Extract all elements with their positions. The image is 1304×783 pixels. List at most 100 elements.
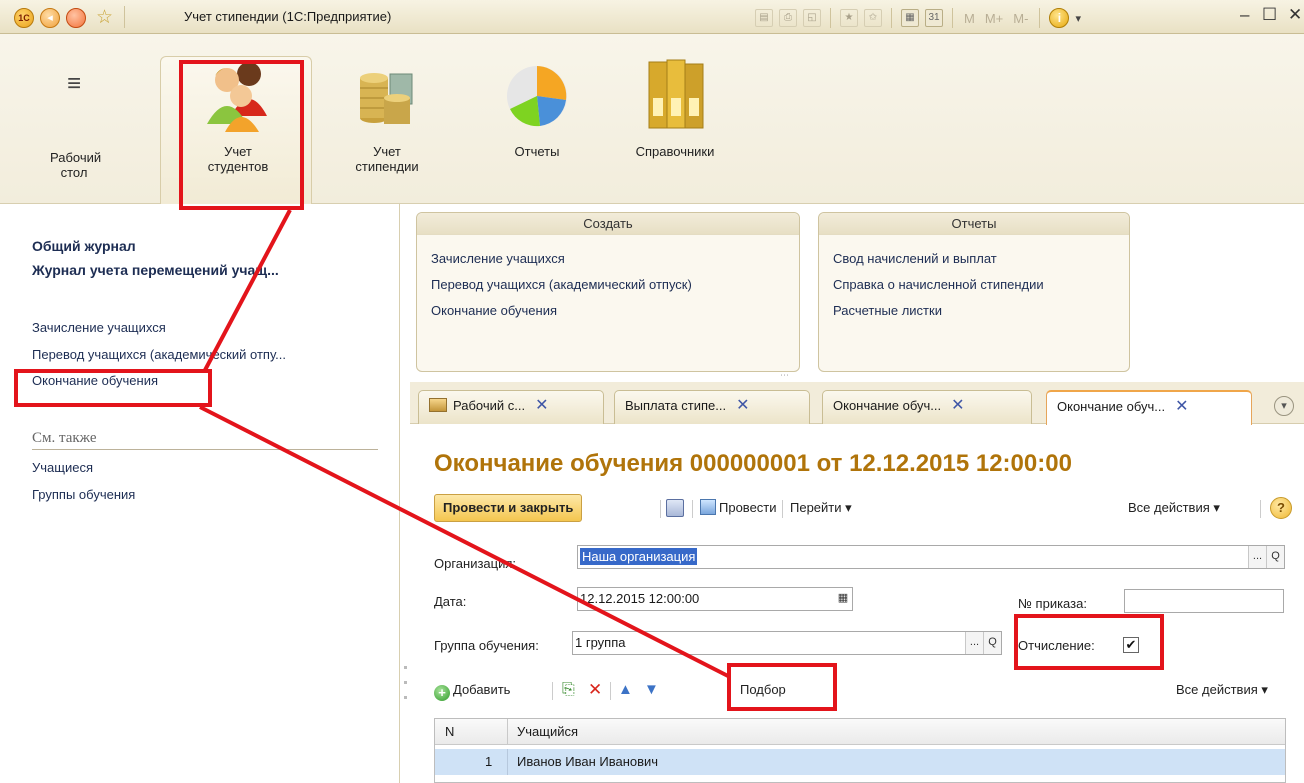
select-button[interactable]: ... [1248,546,1266,568]
chevron-down-icon[interactable]: ▾ [1075,12,1081,25]
nav-general-journal[interactable]: Общий журнал [32,238,136,254]
section-desktop[interactable]: ≡ Рабочий стол [50,54,102,180]
forward-button[interactable] [66,8,86,28]
tab-graduation-2[interactable]: Окончание обуч... ✕ [1046,390,1252,425]
post-and-close-button[interactable]: Провести и закрыть [434,494,583,522]
close-window-button[interactable]: ✕ [1288,5,1302,25]
print-icon[interactable]: ⎙ [779,9,797,27]
section-scholarship[interactable]: Учет стипендии [342,54,432,174]
highlight-graduation-item [14,369,212,407]
memory-minus-button[interactable]: M- [1013,11,1028,26]
divider [507,749,508,775]
table-row[interactable]: 1 Иванов Иван Иванович [435,749,1285,775]
table-toolbar: + Добавить ⎘ ✕ ▲ ▼ Подбор Все действия ▾ [434,676,1294,704]
hamburger-icon: ≡ [66,70,81,97]
plus-icon: + [434,685,450,701]
search-icon[interactable]: Q [983,632,1001,654]
app-logo-icon[interactable]: 1С [14,8,34,28]
divider [1260,500,1261,518]
section-label: Справочники [635,144,715,159]
goto-menu-button[interactable]: Перейти ▾ [790,494,852,522]
post-button[interactable]: Провести [700,494,777,522]
save-icon[interactable] [666,499,684,517]
section-label: Рабочий [50,150,102,165]
save-icon[interactable]: ▤ [755,9,773,27]
post-label: Провести [719,500,777,515]
tab-label: Рабочий с... [453,398,526,413]
nav-transfer[interactable]: Перевод учащихся (академический отпу... [32,347,286,362]
report-accruals-link[interactable]: Свод начислений и выплат [833,251,997,266]
highlight-pick-button [727,663,837,711]
close-icon[interactable]: ✕ [535,397,548,414]
close-icon[interactable]: ✕ [951,397,964,414]
back-button[interactable]: ◂ [40,8,60,28]
add-row-button[interactable]: + Добавить [434,676,510,704]
calendar-icon[interactable]: ▦ [834,588,852,610]
add-favorite-icon[interactable]: ★ [840,9,858,27]
report-payslips-link[interactable]: Расчетные листки [833,303,942,318]
divider [124,6,125,28]
calendar-icon[interactable]: 31 [925,9,943,27]
memory-plus-button[interactable]: M+ [985,11,1003,26]
nav-study-groups[interactable]: Группы обучения [32,487,135,502]
date-field[interactable]: 12.12.2015 12:00:00 ▦ [577,587,853,611]
order-number-field[interactable] [1124,589,1284,613]
document-tabs: Рабочий с... ✕ Выплата стипе... ✕ Окончани… [410,382,1304,425]
tab-graduation-1[interactable]: Окончание обуч... ✕ [822,390,1032,424]
row-student: Иванов Иван Иванович [517,754,659,769]
tab-label: Окончание обуч... [833,398,942,413]
nav-movement-journal[interactable]: Журнал учета перемещений учащ... [32,262,279,278]
table-header: N Учащийся [435,719,1285,745]
divider [660,500,661,518]
report-certificate-link[interactable]: Справка о начисленной стипендии [833,277,1044,292]
section-label: Учет [373,144,401,159]
create-graduation-link[interactable]: Окончание обучения [431,303,557,318]
delete-row-icon[interactable]: ✕ [588,676,602,704]
close-icon[interactable]: ✕ [736,397,749,414]
favorites-icon[interactable]: ✩ [864,9,882,27]
close-icon[interactable]: ✕ [1175,398,1188,415]
nav-students[interactable]: Учащиеся [32,460,93,475]
maximize-button[interactable]: ☐ [1262,5,1277,25]
study-group-field[interactable]: 1 группа ... Q [572,631,1002,655]
title-bar: 1С ◂ ☆ Учет стипендии (1С:Предприятие) ▤… [0,0,1304,34]
window-title: Учет стипендии (1С:Предприятие) [184,9,392,24]
organization-label: Организация: [434,556,517,571]
post-icon [700,499,716,515]
memory-m-button[interactable]: M [964,11,975,26]
divider [952,8,953,28]
all-actions-button[interactable]: Все действия ▾ [1128,494,1220,522]
column-n[interactable]: N [445,719,454,745]
section-reports[interactable]: Отчеты [494,54,580,159]
students-table: N Учащийся 1 Иванов Иван Иванович [434,718,1286,783]
highlight-students-section [179,60,304,210]
desktop-icon [429,398,447,412]
resize-handle[interactable]: ⋯ [780,370,792,381]
organization-field[interactable]: Наша организация ... Q [577,545,1285,569]
move-down-icon[interactable]: ▼ [644,676,659,704]
help-icon[interactable]: ? [1270,497,1292,519]
search-icon[interactable]: Q [1266,546,1284,568]
table-all-actions-button[interactable]: Все действия ▾ [1176,676,1268,704]
create-group: Создать Зачисление учащихся Перевод учащ… [416,212,800,372]
preview-icon[interactable]: ◱ [803,9,821,27]
divider [782,500,783,518]
tab-payment[interactable]: Выплата стипе... ✕ [614,390,810,424]
nav-enrollment[interactable]: Зачисление учащихся [32,320,166,335]
select-button[interactable]: ... [965,632,983,654]
favorites-star-icon[interactable]: ☆ [96,6,113,29]
row-number: 1 [485,754,493,769]
minimize-button[interactable]: – [1240,5,1249,25]
chevron-down-icon[interactable]: ▾ [1274,396,1294,416]
info-icon[interactable]: i [1049,8,1070,28]
section-catalogs[interactable]: Справочники [620,54,730,159]
calculator-icon[interactable]: ▦ [901,9,919,27]
column-student[interactable]: Учащийся [517,719,578,745]
move-up-icon[interactable]: ▲ [618,676,633,704]
left-navigation: Общий журнал Журнал учета перемещений уч… [0,204,400,783]
organization-value: Наша организация [580,548,698,565]
create-enrollment-link[interactable]: Зачисление учащихся [431,251,565,266]
tab-desktop[interactable]: Рабочий с... ✕ [418,390,604,424]
create-transfer-link[interactable]: Перевод учащихся (академический отпуск) [431,277,692,292]
copy-row-icon[interactable]: ⎘ [562,676,575,704]
